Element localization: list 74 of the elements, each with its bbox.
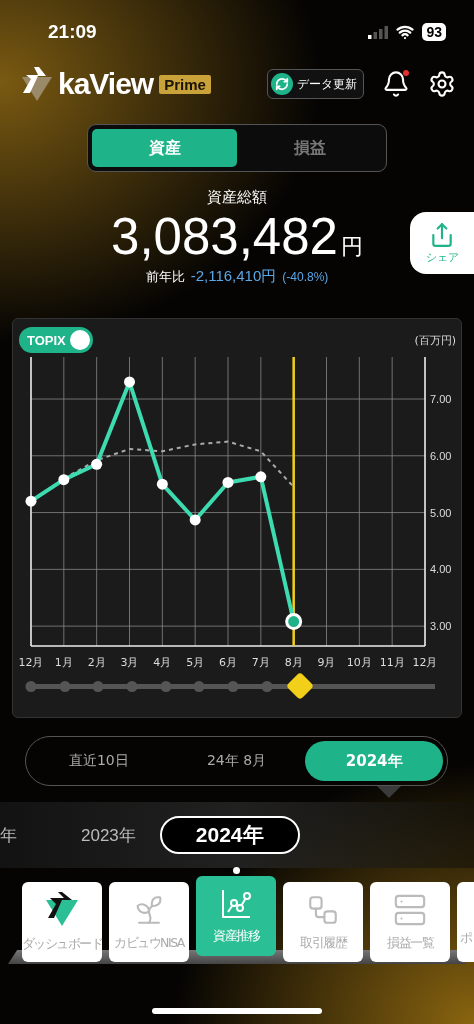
status-time: 21:09 — [48, 21, 97, 43]
view-tab[interactable]: 資産 — [92, 129, 237, 167]
year-over-year-label: 前年比 — [145, 268, 185, 286]
year-option[interactable]: 年 — [0, 816, 17, 854]
refresh-data-button[interactable]: データ更新 — [267, 69, 364, 99]
data-point — [156, 478, 168, 490]
slider-stop — [126, 681, 138, 692]
selected-point — [285, 613, 303, 631]
list-icon — [393, 892, 427, 927]
logo-wordmark: kaView — [58, 67, 154, 101]
period-option[interactable]: 2024年 — [305, 741, 443, 781]
data-point — [189, 514, 201, 526]
year-over-year-percent: (-40.8%) — [282, 270, 329, 284]
data-point — [25, 495, 37, 507]
logo-icon — [20, 67, 54, 101]
x-tick-label: 8月 — [284, 656, 303, 669]
y-tick-label: 5.00 — [430, 506, 452, 519]
notifications-button[interactable] — [382, 70, 410, 98]
x-tick-label: 2月 — [87, 656, 106, 669]
refresh-icon — [271, 73, 293, 95]
x-tick-label: 3月 — [120, 656, 139, 669]
settings-button[interactable] — [428, 70, 456, 98]
nav-tile[interactable]: カビュウNISA — [109, 882, 189, 962]
settings-icon — [428, 70, 456, 98]
topix-toggle[interactable]: TOPIX — [19, 327, 93, 353]
y-tick-label: 6.00 — [430, 449, 452, 462]
total-assets-amount: 3,083,482 — [111, 209, 338, 265]
slider-stop — [160, 681, 172, 692]
x-tick-label: 7月 — [251, 656, 270, 669]
y-tick-label: 7.00 — [430, 393, 452, 405]
y-tick-label: 3.00 — [430, 620, 452, 633]
share-button[interactable]: シェア — [410, 212, 474, 274]
year-over-year-change: -2,116,410円 — [190, 267, 277, 286]
nav-tile[interactable]: 資産推移 — [196, 876, 276, 956]
bell-icon — [382, 70, 410, 98]
signal-icon — [368, 25, 389, 39]
data-point — [255, 471, 267, 483]
x-tick-label: 12月 — [412, 656, 438, 669]
period-option[interactable]: 直近10日 — [30, 741, 168, 781]
data-point — [58, 474, 70, 486]
data-point — [91, 458, 103, 470]
slider-stop — [92, 681, 104, 692]
slider-stop — [193, 681, 205, 692]
x-tick-label: 11月 — [379, 656, 405, 669]
data-point — [124, 376, 135, 388]
x-tick-label: 10月 — [346, 656, 372, 669]
period-option[interactable]: 24年 8月 — [167, 741, 306, 781]
x-tick-label: 1月 — [54, 656, 73, 669]
slider-stop — [227, 681, 239, 692]
battery-level: 93 — [422, 23, 446, 41]
page-indicator-dot — [233, 867, 240, 874]
slider-stop — [25, 681, 37, 692]
currency-unit: 円 — [340, 233, 363, 261]
view-tab[interactable]: 損益 — [237, 129, 382, 167]
total-assets-label: 資産総額 — [207, 188, 267, 207]
y-axis-unit: (百万円) — [414, 332, 456, 348]
x-tick-label: 6月 — [219, 656, 237, 669]
y-tick-label: 4.00 — [430, 563, 452, 576]
x-tick-label: 9月 — [317, 656, 336, 669]
plan-badge: Prime — [159, 74, 211, 94]
share-icon — [429, 221, 455, 248]
year-option[interactable]: 2023年 — [81, 816, 136, 854]
slider-stop — [59, 681, 71, 692]
slider-stop — [261, 681, 273, 692]
nav-tile[interactable]: ダッシュボード — [22, 882, 102, 962]
nav-tile[interactable]: ポ — [457, 882, 474, 962]
x-tick-label: 5月 — [186, 656, 205, 669]
data-point — [222, 477, 234, 488]
year-option[interactable]: 2024年 — [159, 816, 300, 854]
x-tick-label: 12月 — [18, 656, 44, 669]
x-tick-label: 4月 — [153, 656, 172, 669]
nav-tile[interactable]: 取引履歴 — [283, 882, 363, 962]
wifi-icon — [396, 23, 415, 41]
chart-icon — [220, 887, 252, 920]
